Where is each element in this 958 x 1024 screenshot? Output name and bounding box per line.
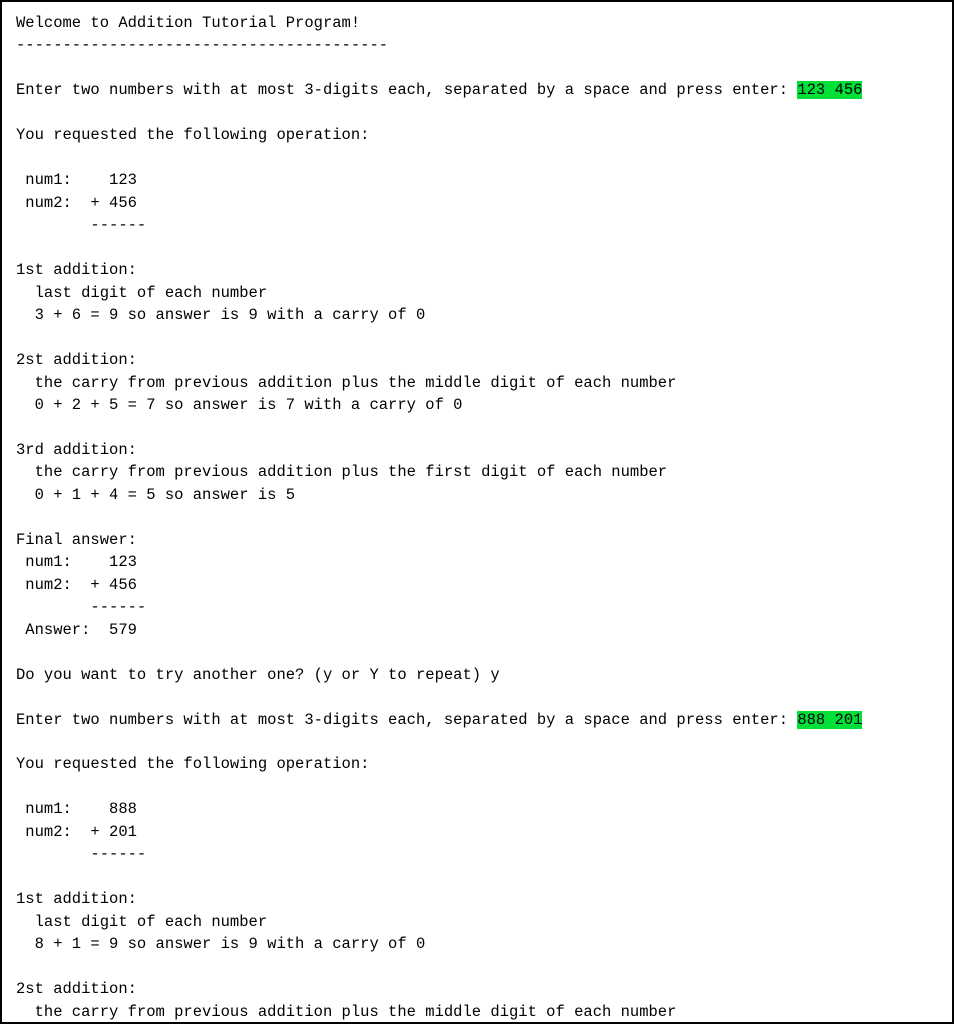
run1-step3-title: 3rd addition: (16, 441, 137, 459)
run1-num1: num1: 123 (16, 171, 137, 189)
requested-op-1: You requested the following operation: (16, 126, 369, 144)
repeat-prompt: Do you want to try another one? (y or Y … (16, 666, 490, 684)
welcome-line: Welcome to Addition Tutorial Program! (16, 14, 360, 32)
repeat-response[interactable]: y (490, 666, 499, 684)
input-prompt-1: Enter two numbers with at most 3-digits … (16, 81, 797, 99)
user-input-1[interactable]: 123 456 (797, 81, 862, 99)
run1-step1-title: 1st addition: (16, 261, 137, 279)
run2-step1-title: 1st addition: (16, 890, 137, 908)
run2-step1-desc: last digit of each number (16, 913, 267, 931)
divider-line: ---------------------------------------- (16, 36, 388, 54)
terminal-output: Welcome to Addition Tutorial Program! --… (0, 0, 954, 1024)
run1-final-answer: Answer: 579 (16, 621, 137, 639)
run1-dash: ------ (16, 216, 146, 234)
run2-step2-desc: the carry from previous addition plus th… (16, 1003, 676, 1021)
run1-step1-calc: 3 + 6 = 9 so answer is 9 with a carry of… (16, 306, 425, 324)
run1-num2: num2: + 456 (16, 194, 137, 212)
input-prompt-2: Enter two numbers with at most 3-digits … (16, 711, 797, 729)
run2-num1: num1: 888 (16, 800, 137, 818)
run2-step2-title: 2st addition: (16, 980, 137, 998)
run1-step2-desc: the carry from previous addition plus th… (16, 374, 676, 392)
run1-step3-desc: the carry from previous addition plus th… (16, 463, 667, 481)
run1-final-title: Final answer: (16, 531, 137, 549)
run2-num2: num2: + 201 (16, 823, 137, 841)
run2-dash: ------ (16, 845, 146, 863)
run1-step1-desc: last digit of each number (16, 284, 267, 302)
run1-step2-title: 2st addition: (16, 351, 137, 369)
run1-step2-calc: 0 + 2 + 5 = 7 so answer is 7 with a carr… (16, 396, 462, 414)
run1-final-dash: ------ (16, 598, 146, 616)
run2-step1-calc: 8 + 1 = 9 so answer is 9 with a carry of… (16, 935, 425, 953)
requested-op-2: You requested the following operation: (16, 755, 369, 773)
run1-step3-calc: 0 + 1 + 4 = 5 so answer is 5 (16, 486, 295, 504)
run1-final-num2: num2: + 456 (16, 576, 137, 594)
user-input-2[interactable]: 888 201 (797, 711, 862, 729)
run1-final-num1: num1: 123 (16, 553, 137, 571)
